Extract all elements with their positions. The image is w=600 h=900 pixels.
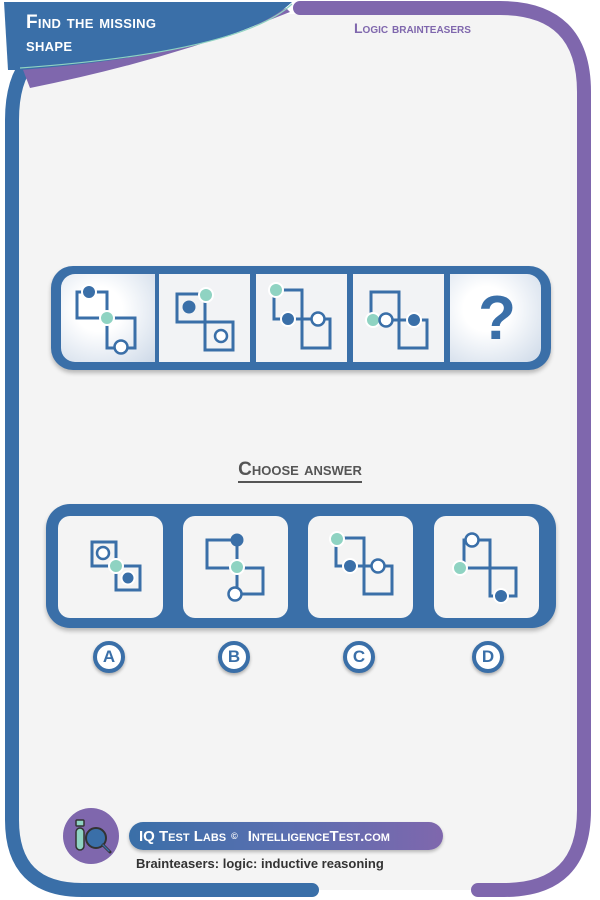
test-tube-magnifier-icon (75, 819, 112, 854)
answer-option-b[interactable] (183, 516, 288, 618)
answer-label-a[interactable]: A (93, 641, 125, 673)
page-title-line2: shape (26, 35, 73, 56)
navy-dot (342, 558, 358, 574)
brand-bar[interactable]: IQ Test Labs © IntelligenceTest.com (129, 822, 443, 850)
answer-label-c[interactable]: C (343, 641, 375, 673)
page-title: Find the missing shape (26, 11, 156, 57)
question-mark-icon: ? (478, 283, 516, 353)
answer-strip (46, 504, 556, 628)
sequence-strip: ? (51, 266, 551, 370)
white-dot (227, 586, 243, 602)
sequence-cell-4 (350, 274, 444, 362)
white-dot (464, 532, 480, 548)
white-dot (113, 339, 129, 355)
frame-arc-purple (293, 1, 591, 897)
sequence-cell-missing: ? (447, 274, 541, 362)
logo (63, 808, 119, 864)
footer-subtitle: Brainteasers: logic: inductive reasoning (136, 856, 384, 871)
sequence-figure-4 (365, 290, 429, 350)
navy-dot (120, 570, 136, 586)
answer-figure-c (329, 531, 394, 596)
answer-figure-b (205, 533, 265, 602)
navy-dot (280, 311, 296, 327)
navy-dot (81, 284, 97, 300)
sequence-cell-1 (61, 274, 155, 362)
puzzle-card: Find the missing shape Logic brainteaser… (0, 0, 600, 900)
sequence-figure-2 (175, 287, 235, 352)
card-frame (4, 1, 591, 897)
white-dot (378, 312, 394, 328)
white-dot (213, 328, 229, 344)
answer-option-d[interactable] (434, 516, 539, 618)
teal-dot (452, 560, 468, 576)
teal-dot (365, 312, 381, 328)
answer-option-c[interactable] (308, 516, 413, 618)
choose-answer-text: Choose answer (238, 459, 362, 483)
white-dot (370, 558, 386, 574)
teal-dot (99, 310, 115, 326)
navy-dot (493, 588, 509, 604)
answer-figure-d (452, 532, 518, 604)
answer-option-a[interactable] (58, 516, 163, 618)
choose-answer-heading: Choose answer (0, 459, 600, 483)
category-label: Logic brainteasers (354, 20, 471, 36)
navy-dot (182, 300, 196, 314)
teal-dot (268, 282, 284, 298)
white-dot (95, 545, 111, 561)
teal-dot (229, 559, 245, 575)
navy-dot (230, 533, 244, 547)
answer-figure-a (90, 540, 142, 592)
answer-label-d[interactable]: D (472, 641, 504, 673)
teal-dot (108, 558, 124, 574)
answer-label-b[interactable]: B (218, 641, 250, 673)
site-link[interactable]: IntelligenceTest.com (248, 828, 390, 845)
sequence-figure-3 (268, 282, 332, 350)
brand-name: IQ Test Labs (139, 827, 227, 845)
sequence-cell-3 (253, 274, 347, 362)
teal-dot (198, 287, 214, 303)
navy-dot (406, 312, 422, 328)
white-dot (310, 311, 326, 327)
sequence-cell-2 (156, 274, 250, 362)
sequence-figure-1 (75, 284, 137, 355)
copyright-symbol: © (231, 831, 238, 841)
teal-dot (329, 531, 345, 547)
page-title-line1: Find the missing (26, 12, 157, 33)
